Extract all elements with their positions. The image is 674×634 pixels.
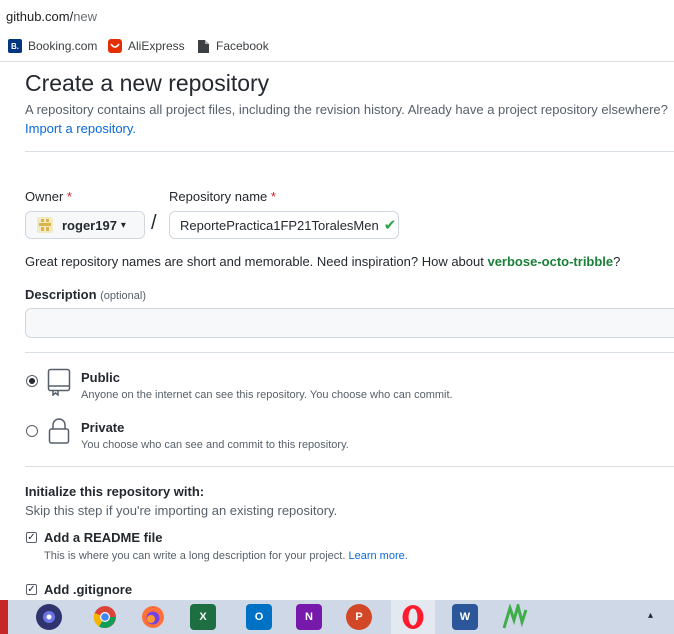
toolbar-divider	[0, 61, 674, 62]
section-divider	[25, 151, 674, 152]
bookmarks-bar: B. Booking.com AliExpress Facebook	[0, 32, 674, 60]
suggested-name[interactable]: verbose-octo-tribble	[487, 254, 613, 269]
description-input[interactable]	[25, 308, 674, 338]
required-mark: *	[270, 189, 276, 204]
opera-icon[interactable]	[400, 604, 426, 630]
lock-icon	[47, 417, 71, 450]
name-suggestion-hint: Great repository names are short and mem…	[25, 254, 620, 269]
excel-icon[interactable]: X	[190, 604, 216, 630]
gitignore-label[interactable]: Add .gitignore	[44, 582, 132, 597]
repository-name-value: ReportePractica1FP21ToralesMen	[180, 217, 379, 233]
hint-text: Great repository names are short and mem…	[25, 254, 488, 269]
firefox-icon[interactable]	[140, 604, 166, 630]
readme-description-text: This is where you can write a long descr…	[44, 550, 346, 562]
bookmark-booking[interactable]: B. Booking.com	[8, 39, 97, 53]
onenote-icon[interactable]: N	[296, 604, 322, 630]
address-bar[interactable]: github.com/new	[0, 0, 674, 32]
readme-description: This is where you can write a long descr…	[44, 550, 408, 562]
readme-checkbox[interactable]: ✓	[26, 532, 37, 543]
taskbar: X O N P W ▴	[0, 600, 674, 634]
page-title: Create a new repository	[25, 70, 270, 96]
owner-label: Owner *	[25, 189, 72, 204]
section-divider	[25, 352, 674, 353]
optional-tag: (optional)	[100, 290, 146, 302]
description-label-text: Description	[25, 287, 97, 302]
import-repository-link[interactable]: Import a repository.	[25, 121, 136, 136]
public-radio[interactable]	[26, 375, 38, 387]
word-icon[interactable]: W	[452, 604, 478, 630]
owner-repo-separator: /	[151, 212, 157, 234]
initialize-subtitle: Skip this step if you're importing an ex…	[25, 503, 338, 518]
owner-value: roger197	[62, 217, 117, 233]
powerpoint-icon[interactable]: P	[346, 604, 372, 630]
description-label: Description (optional)	[25, 287, 146, 302]
readme-label[interactable]: Add a README file	[44, 530, 162, 545]
taskbar-app-1-icon[interactable]	[36, 604, 62, 630]
taskbar-edge	[0, 600, 8, 634]
aliexpress-icon	[108, 39, 122, 53]
initialize-title: Initialize this repository with:	[25, 484, 205, 499]
page-intro: A repository contains all project files,…	[25, 102, 668, 117]
repository-name-label-text: Repository name	[169, 189, 268, 204]
owner-dropdown[interactable]: roger197 ▾	[25, 211, 145, 239]
avatar	[36, 216, 54, 234]
url-text[interactable]: github.com/new	[6, 9, 97, 24]
hint-suffix: ?	[613, 254, 621, 269]
repo-icon	[47, 368, 71, 401]
section-divider	[25, 466, 674, 467]
owner-label-text: Owner	[25, 189, 64, 204]
taskbar-app-10-icon[interactable]	[502, 604, 528, 630]
checkmark-icon: ✔	[383, 217, 397, 234]
repository-name-input[interactable]: ReportePractica1FP21ToralesMen ✔	[169, 211, 399, 239]
booking-icon: B.	[8, 39, 22, 53]
required-mark: *	[66, 189, 72, 204]
url-host: github.com/	[6, 9, 74, 24]
chevron-down-icon: ▾	[120, 219, 126, 231]
tray-overflow-icon[interactable]: ▴	[648, 610, 653, 621]
bookmark-label: Booking.com	[28, 39, 98, 53]
private-description: You choose who can see and commit to thi…	[81, 439, 349, 451]
public-title: Public	[81, 370, 121, 385]
file-icon	[196, 39, 210, 53]
gitignore-checkbox[interactable]: ✓	[26, 584, 37, 595]
public-description: Anyone on the internet can see this repo…	[81, 389, 453, 401]
bookmark-label: Facebook	[216, 39, 269, 53]
bookmark-facebook[interactable]: Facebook	[196, 39, 269, 53]
bookmark-label: AliExpress	[128, 39, 185, 53]
bookmark-aliexpress[interactable]: AliExpress	[108, 39, 185, 53]
learn-more-link[interactable]: Learn more.	[348, 550, 407, 562]
outlook-icon[interactable]: O	[246, 604, 272, 630]
url-path: new	[73, 9, 98, 24]
chrome-icon[interactable]	[92, 604, 118, 630]
private-title: Private	[81, 420, 125, 435]
private-radio[interactable]	[26, 425, 38, 437]
repository-name-label: Repository name *	[169, 189, 276, 204]
